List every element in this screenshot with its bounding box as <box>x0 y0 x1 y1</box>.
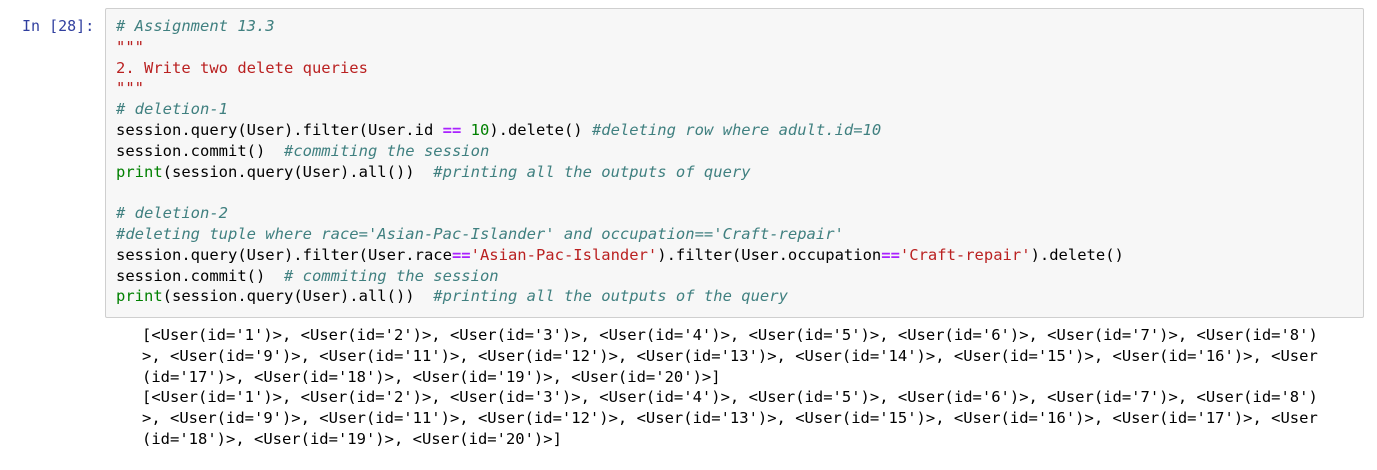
code-token: (session.query(User).all()) <box>162 287 434 306</box>
code-token: ).delete() <box>489 120 592 139</box>
code-line: # Assignment 13.3 <box>116 16 1124 37</box>
output-line: [<User(id='1')>, <User(id='2')>, <User(i… <box>142 388 1318 407</box>
code-token: # deletion-2 <box>116 204 228 223</box>
code-token: """ <box>116 79 144 98</box>
code-token: print <box>116 287 163 306</box>
code-line: session.commit() # commiting the session <box>116 266 1124 287</box>
code-token: #printing all the outputs of the query <box>433 287 788 306</box>
code-token: == <box>451 245 471 264</box>
code-line: session.query(User).filter(User.id == 10… <box>116 120 1124 141</box>
code-token: """ <box>116 37 144 56</box>
code-token: # Assignment 13.3 <box>116 17 275 35</box>
code-line: print(session.query(User).all()) #printi… <box>116 286 1124 307</box>
code-token: 2. Write two delete queries <box>116 58 368 77</box>
cell-output: [<User(id='1')>, <User(id='2')>, <User(i… <box>142 325 1357 450</box>
code-token: session.commit() <box>116 141 284 160</box>
code-token: 'Asian-Pac-Islander' <box>470 245 658 264</box>
output-line: >, <User(id='9')>, <User(id='11')>, <Use… <box>142 409 1318 428</box>
output-line: (id='18')>, <User(id='19')>, <User(id='2… <box>142 429 562 448</box>
code-token: session.query(User).filter(User.race <box>116 245 452 264</box>
code-input-area[interactable]: # Assignment 13.3 """ 2. Write two delete … <box>105 8 1364 318</box>
code-token: 10 <box>470 120 490 139</box>
code-line: """ <box>116 78 1124 99</box>
code-line: # deletion-2 <box>116 203 1124 224</box>
code-token: == <box>881 245 900 264</box>
code-token: == <box>442 120 462 139</box>
code-token: session.query(User).filter(User.id <box>116 120 443 139</box>
code-token: (session.query(User).all()) <box>162 162 434 181</box>
code-token: # commiting the session <box>283 266 499 285</box>
code-token: session.commit() <box>116 266 284 285</box>
code-line: #deleting tuple where race='Asian-Pac-Is… <box>116 224 1124 245</box>
code-token: print <box>116 162 163 181</box>
output-line: [<User(id='1')>, <User(id='2')>, <User(i… <box>142 326 1318 344</box>
code-editor[interactable]: # Assignment 13.3 """ 2. Write two delete … <box>116 16 1124 307</box>
code-token: #commiting the session <box>283 141 490 160</box>
code-token: ).delete() <box>1030 245 1124 264</box>
code-token: ).filter(User.occupation <box>657 245 882 264</box>
code-line: # deletion-1 <box>116 99 1124 120</box>
code-line: 2. Write two delete queries <box>116 58 1124 79</box>
code-token: #deleting tuple where race='Asian-Pac-Is… <box>116 224 844 243</box>
code-line: print(session.query(User).all()) #printi… <box>116 162 1124 183</box>
code-token: 'Craft-repair' <box>899 245 1031 264</box>
input-prompt: In [28]: <box>22 17 95 35</box>
output-line: (id='17')>, <User(id='18')>, <User(id='1… <box>142 367 721 386</box>
code-token: # deletion-1 <box>116 100 228 119</box>
code-token: #printing all the outputs of query <box>433 162 751 181</box>
code-line: session.commit() #commiting the session <box>116 141 1124 162</box>
code-line: session.query(User).filter(User.race=='A… <box>116 245 1124 266</box>
code-line: """ <box>116 37 1124 58</box>
code-token: #deleting row where adult.id=10 <box>591 120 882 139</box>
output-line: >, <User(id='9')>, <User(id='11')>, <Use… <box>142 346 1318 365</box>
